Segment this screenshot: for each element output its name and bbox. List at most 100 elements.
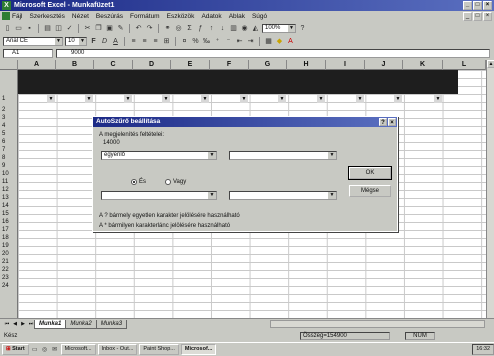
name-box[interactable]: A1 [3,49,53,58]
redo-icon[interactable]: ↷ [145,24,154,33]
zoom-select[interactable]: 100% ▼ [262,23,296,33]
prev-sheet-icon[interactable]: ◀ [11,320,19,328]
menu-file[interactable]: Fájl [12,11,22,22]
menu-data[interactable]: Adatok [201,11,221,22]
row-header[interactable]: 14 [0,203,18,209]
header-cell-b[interactable]: ▼ [56,94,94,104]
quicklaunch-desktop-icon[interactable]: ▭ [31,346,39,354]
row-header[interactable]: 1 [0,96,18,102]
row-header[interactable]: 4 [0,123,18,129]
menu-help[interactable]: Súgó [252,11,267,22]
radio-or[interactable]: Vagy [165,179,186,185]
row-header[interactable]: 16 [0,219,18,225]
cut-icon[interactable]: ✂ [83,24,92,33]
column-header-k[interactable]: K [403,60,443,70]
align-right-icon[interactable]: ≡ [151,37,160,46]
column-header-f[interactable]: F [210,60,249,70]
condition1-value-select[interactable]: ▼ [229,151,337,160]
autofilter-dropdown-icon[interactable]: ▼ [85,95,93,103]
autofilter-dropdown-icon[interactable]: ▼ [201,95,209,103]
header-cell-j[interactable]: ▼ [365,94,403,104]
autofilter-dropdown-icon[interactable]: ▼ [278,95,286,103]
format-painter-icon[interactable]: ✎ [116,24,125,33]
column-header-h[interactable]: H [287,60,326,70]
row-header[interactable]: 6 [0,139,18,145]
italic-icon[interactable]: D [100,37,109,46]
undo-icon[interactable]: ↶ [134,24,143,33]
quicklaunch-browser-icon[interactable]: ◎ [41,346,49,354]
row-header[interactable]: 20 [0,251,18,257]
currency-icon[interactable]: ¤ [180,37,189,46]
column-header-c[interactable]: C [94,60,133,70]
taskbar-item[interactable]: Inbox - Out... [97,344,138,355]
condition1-operator-select[interactable]: egyenlő ▼ [101,151,217,160]
row-header[interactable]: 22 [0,267,18,273]
function-icon[interactable]: ƒ [196,24,205,33]
row-header[interactable]: 9 [0,163,18,169]
column-header-e[interactable]: E [171,60,210,70]
taskbar-item-active[interactable]: Microsof... [180,344,217,355]
row-header[interactable]: 3 [0,115,18,121]
row-header[interactable]: 19 [0,243,18,249]
header-cell-g[interactable]: ▼ [249,94,287,104]
sort-descending-icon[interactable]: ↓ [218,24,227,33]
condition2-operator-select[interactable]: ▼ [101,191,217,200]
menu-view[interactable]: Nézet [72,11,89,22]
web-toolbar-icon[interactable]: ◎ [174,24,183,33]
increase-decimal-icon[interactable]: ⁺ [213,37,222,46]
font-size-select[interactable]: 10 ▼ [65,36,87,46]
autofilter-dropdown-icon[interactable]: ▼ [162,95,170,103]
autofilter-dropdown-icon[interactable]: ▼ [394,95,402,103]
new-icon[interactable]: ▯ [3,24,12,33]
font-select[interactable]: Arial CE ▼ [3,36,63,46]
next-sheet-icon[interactable]: ▶ [19,320,27,328]
close-button[interactable]: × [483,1,492,10]
column-header-j[interactable]: J [365,60,403,70]
underline-icon[interactable]: A [111,37,120,46]
print-preview-icon[interactable]: ◫ [54,24,63,33]
decrease-indent-icon[interactable]: ⇤ [235,37,244,46]
borders-icon[interactable]: ▦ [264,37,273,46]
minimize-button[interactable]: _ [463,1,472,10]
sheet-tab-munka1[interactable]: Munka1 [34,319,67,329]
row-header[interactable]: 5 [0,131,18,137]
font-color-icon[interactable]: A [286,37,295,46]
autofilter-dropdown-icon[interactable]: ▼ [124,95,132,103]
drawing-icon[interactable]: ◭ [251,24,260,33]
open-icon[interactable]: ▭ [14,24,23,33]
chart-wizard-icon[interactable]: ▥ [229,24,238,33]
column-header-i[interactable]: I [326,60,365,70]
row-header[interactable]: 12 [0,187,18,193]
column-header-g[interactable]: G [249,60,287,70]
comma-style-icon[interactable]: ‰ [202,37,211,46]
header-cell-f[interactable]: ▼ [210,94,249,104]
row-header[interactable]: 11 [0,179,18,185]
cancel-button[interactable]: Mégse [349,185,391,197]
autofilter-dropdown-icon[interactable]: ▼ [356,95,364,103]
row-header[interactable]: 17 [0,227,18,233]
menu-tools[interactable]: Eszközök [167,11,195,22]
start-button[interactable]: ⊞ Start [2,344,29,355]
column-header-b[interactable]: B [56,60,94,70]
condition2-value-select[interactable]: ▼ [229,191,337,200]
paste-icon[interactable]: ▣ [105,24,114,33]
header-cell-c[interactable]: ▼ [94,94,133,104]
horizontal-scrollbar[interactable] [270,320,485,328]
autofilter-dropdown-icon[interactable]: ▼ [317,95,325,103]
menu-insert[interactable]: Beszúrás [96,11,123,22]
first-sheet-icon[interactable]: ⏮ [3,320,11,328]
sheet-tab-munka2[interactable]: Munka2 [65,319,97,329]
autofilter-dropdown-icon[interactable]: ▼ [434,95,442,103]
header-cell-d[interactable]: ▼ [133,94,171,104]
row-header[interactable]: 13 [0,195,18,201]
workbook-close-button[interactable]: × [483,12,492,21]
maximize-button[interactable]: □ [473,1,482,10]
header-cell-k[interactable]: ▼ [403,94,443,104]
sort-ascending-icon[interactable]: ↑ [207,24,216,33]
row-header[interactable]: 21 [0,259,18,265]
bold-icon[interactable]: F [89,37,98,46]
select-all-corner[interactable] [0,60,18,70]
taskbar-item[interactable]: Microsoft... [60,344,96,355]
row-header[interactable]: 7 [0,147,18,153]
quicklaunch-mail-icon[interactable]: ✉ [51,346,59,354]
